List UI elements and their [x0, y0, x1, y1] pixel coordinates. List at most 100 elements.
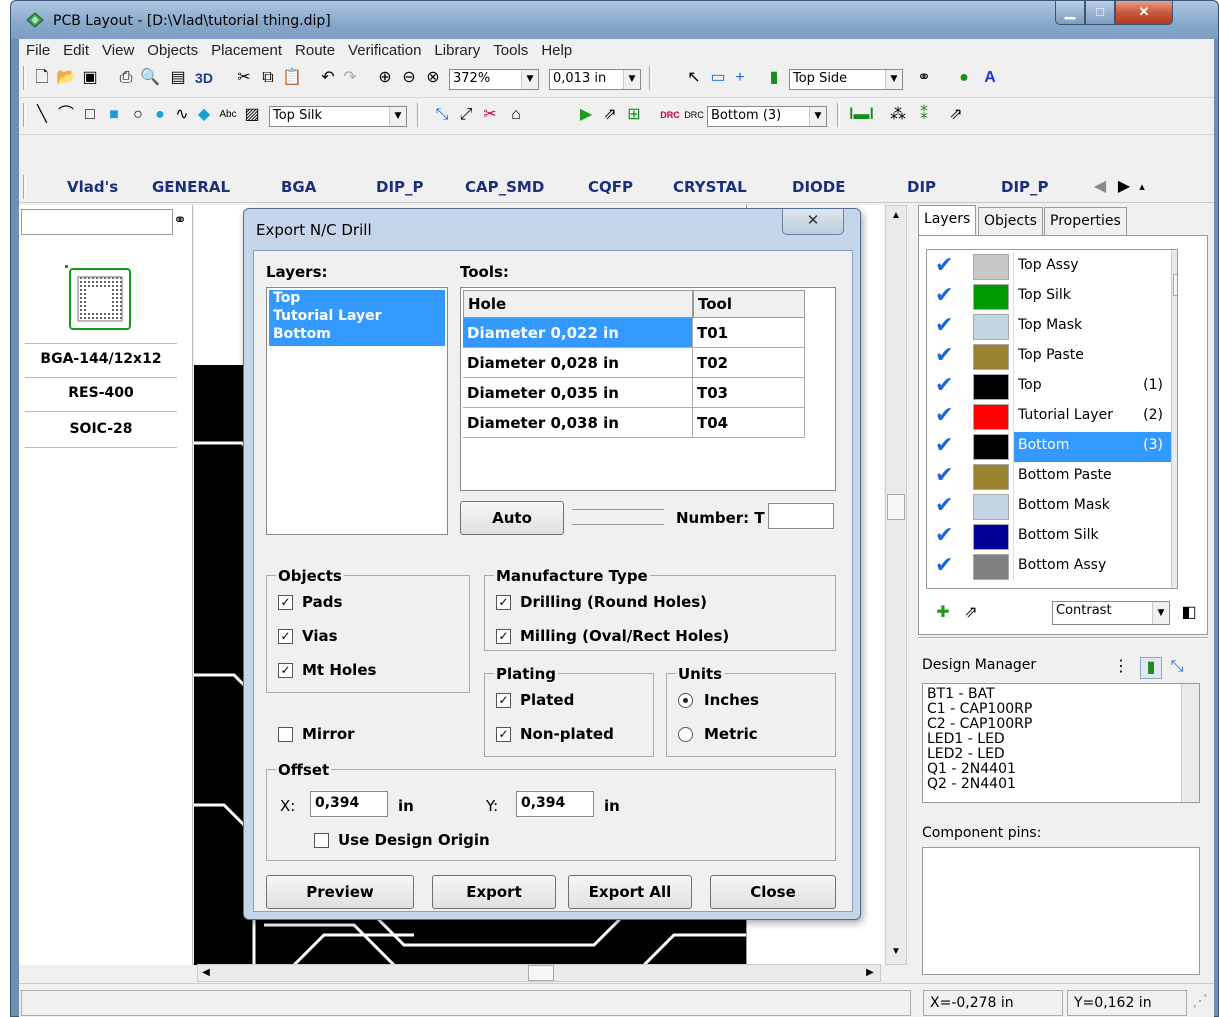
list-item[interactable]: LED2 - LED — [927, 747, 1195, 762]
table-cell-tool[interactable]: T03 — [693, 378, 805, 408]
polygon-icon[interactable]: ◆ — [193, 105, 215, 125]
circle-icon[interactable]: ○ — [127, 105, 149, 125]
lib-tab-crystal[interactable]: CRYSTAL — [673, 178, 747, 196]
list-item[interactable]: LED1 - LED — [927, 732, 1195, 747]
component-icon[interactable]: ▮ — [763, 68, 785, 88]
visible-check-icon[interactable]: ✔ — [935, 374, 953, 398]
components-icon[interactable]: ⁂ — [887, 105, 909, 125]
properties-icon[interactable]: ⇗ — [945, 105, 967, 125]
copy-icon[interactable]: ⧉ — [257, 68, 279, 88]
table-cell-hole[interactable]: Diameter 0,035 in — [463, 378, 693, 408]
milling-checkbox[interactable]: ✓ — [496, 629, 511, 644]
mt-holes-checkbox[interactable]: ✓ — [278, 663, 293, 678]
layer-color-icon[interactable]: ◧ — [1178, 603, 1200, 623]
side-select[interactable]: Top Side ▼ — [789, 69, 903, 90]
layer-row[interactable]: ✔ Bottom Assy — [929, 552, 1169, 582]
dialog-close-button[interactable]: ✕ — [782, 209, 844, 235]
scroll-up-icon[interactable]: ▲ — [886, 206, 906, 226]
copper-pour-icon[interactable]: ⊞ — [623, 105, 645, 125]
undo-icon[interactable]: ↶ — [317, 68, 339, 88]
layer-list[interactable]: ✔ Top Assy ✔ Top Silk ✔ Top Mask ✔ Top Paste ✔ To… — [926, 249, 1178, 589]
tab-layers[interactable]: Layers — [918, 205, 977, 235]
visible-check-icon[interactable]: ✔ — [935, 314, 953, 338]
toolbar-grip[interactable] — [23, 66, 26, 90]
offset-x-input[interactable]: 0,394 — [310, 791, 388, 817]
layer-row[interactable]: ✔ Top Silk — [929, 282, 1169, 312]
text-tool-icon[interactable]: Abc — [217, 105, 239, 125]
autoroute-icon[interactable]: ⌂ — [505, 105, 527, 125]
menu-edit[interactable]: Edit — [56, 39, 95, 59]
menu-verification[interactable]: Verification — [341, 39, 427, 59]
find-binoculars-icon[interactable]: ⚭ — [913, 68, 935, 88]
visible-check-icon[interactable]: ✔ — [935, 554, 953, 578]
lib-tab-cap-smd[interactable]: CAP_SMD — [465, 178, 544, 196]
layer-row[interactable]: ✔ Top Assy — [929, 252, 1169, 282]
col-hole[interactable]: Hole — [463, 290, 693, 318]
use-design-origin-checkbox[interactable] — [314, 833, 329, 848]
part-bga-144[interactable]: BGA-144/12x12 — [25, 351, 177, 367]
list-item[interactable]: C1 - CAP100RP — [927, 702, 1195, 717]
table-cell-hole[interactable]: Diameter 0,038 in — [463, 408, 693, 438]
report-icon[interactable]: ▤ — [167, 68, 189, 88]
filled-circle-icon[interactable]: ● — [149, 105, 171, 125]
lib-tab-dip-p-2[interactable]: DIP_P — [1001, 178, 1049, 196]
image-icon[interactable]: ▨ — [241, 105, 263, 125]
offset-y-input[interactable]: 0,394 — [516, 791, 594, 817]
part-search-input[interactable] — [21, 209, 173, 235]
visible-check-icon[interactable]: ✔ — [935, 344, 953, 368]
lib-tab-vlads[interactable]: Vlad's — [67, 178, 118, 196]
arc-icon[interactable]: ⌒ — [55, 105, 77, 125]
plated-checkbox[interactable]: ✓ — [496, 693, 511, 708]
export-icon[interactable]: ⇗ — [599, 105, 621, 125]
grid-select[interactable]: 0,013 in ▼ — [549, 69, 641, 90]
lib-tab-diode[interactable]: DIODE — [792, 178, 845, 196]
close-window-button[interactable]: ✕ — [1115, 1, 1173, 25]
menu-placement[interactable]: Placement — [204, 39, 288, 59]
canvas-horizontal-scrollbar[interactable]: ◀ ▶ — [197, 964, 881, 982]
redo-icon[interactable]: ↷ — [339, 68, 361, 88]
scroll-up-icon[interactable]: ▲ — [1170, 250, 1177, 270]
layer-item-tutorial[interactable]: Tutorial Layer — [273, 308, 382, 325]
canvas-vertical-scrollbar[interactable]: ▲ ▼ — [885, 205, 907, 965]
close-button[interactable]: Close — [710, 875, 836, 909]
components-view-icon[interactable]: ▮ — [1140, 657, 1162, 679]
new-file-icon[interactable]: 🗋 — [31, 68, 53, 88]
visible-check-icon[interactable]: ✔ — [935, 524, 953, 548]
layer-color-swatch[interactable] — [973, 284, 1009, 310]
zoom-fit-icon[interactable]: ⊗ — [422, 68, 444, 88]
scroll-down-icon[interactable]: ▼ — [886, 942, 906, 962]
list-scrollbar[interactable] — [1181, 684, 1199, 802]
route-layer-select[interactable]: Bottom (3) ▼ — [707, 106, 827, 127]
drilling-checkbox[interactable]: ✓ — [496, 595, 511, 610]
route-icon[interactable]: ⤡ — [431, 105, 453, 125]
layer-color-swatch[interactable] — [973, 374, 1009, 400]
layer-item-top[interactable]: Top — [273, 290, 300, 307]
menu-route[interactable]: Route — [288, 39, 341, 59]
pads-checkbox[interactable]: ✓ — [278, 595, 293, 610]
layer-row[interactable]: ✔ Bottom Silk — [929, 522, 1169, 552]
toolbar-grip[interactable] — [23, 103, 26, 127]
layer-list-scrollbar[interactable]: ▲ ▼ — [1170, 250, 1177, 588]
table-cell-tool[interactable]: T01 — [693, 318, 805, 348]
tab-objects[interactable]: Objects — [978, 207, 1043, 235]
layer-row[interactable]: ✔ Top Paste — [929, 342, 1169, 372]
lib-tab-general[interactable]: GENERAL — [152, 178, 230, 196]
layer-row[interactable]: ✔ Tutorial Layer (2) — [929, 402, 1169, 432]
preview-button[interactable]: Preview — [266, 875, 414, 909]
table-cell-tool[interactable]: T04 — [693, 408, 805, 438]
scroll-down-icon[interactable]: ▼ — [1170, 562, 1177, 582]
number-input[interactable] — [768, 503, 834, 529]
netlist-icon[interactable]: ⁑ — [913, 105, 935, 125]
menu-view[interactable]: View — [95, 39, 140, 59]
table-cell-tool[interactable]: T02 — [693, 348, 805, 378]
menu-library[interactable]: Library — [427, 39, 486, 59]
filled-rectangle-icon[interactable]: ■ — [103, 105, 125, 125]
component-pins-list[interactable] — [922, 847, 1200, 975]
scrollbar-thumb[interactable] — [1173, 274, 1177, 296]
rectangle-icon[interactable]: □ — [79, 105, 101, 125]
layer-color-swatch[interactable] — [973, 554, 1009, 580]
open-folder-icon[interactable]: 📂 — [55, 68, 77, 88]
resize-grip-icon[interactable]: ⋰ — [1189, 992, 1211, 1012]
layer-settings-icon[interactable]: ⇗ — [960, 603, 982, 623]
list-item[interactable]: Q1 - 2N4401 — [927, 762, 1195, 777]
